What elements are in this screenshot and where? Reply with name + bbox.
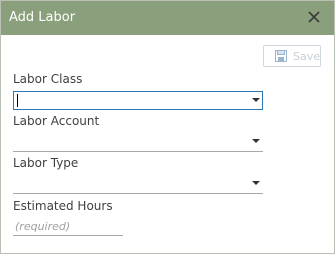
labor-type-dropdown[interactable] xyxy=(13,175,263,194)
add-labor-dialog: Add Labor Save Labor Class Labor Account… xyxy=(0,0,335,254)
close-icon xyxy=(308,11,320,23)
estimated-hours-input[interactable] xyxy=(13,218,123,236)
chevron-down-icon xyxy=(252,139,260,143)
labor-type-label: Labor Type xyxy=(13,156,79,170)
floppy-disk-icon xyxy=(275,50,287,62)
estimated-hours-label: Estimated Hours xyxy=(13,199,113,213)
chevron-down-icon xyxy=(252,181,260,185)
dialog-titlebar: Add Labor xyxy=(1,1,334,35)
labor-class-label: Labor Class xyxy=(13,72,83,86)
labor-class-dropdown[interactable] xyxy=(13,91,263,110)
close-button[interactable] xyxy=(304,7,324,27)
labor-account-dropdown[interactable] xyxy=(13,133,263,152)
chevron-down-icon xyxy=(252,98,260,102)
text-cursor xyxy=(17,94,18,107)
dialog-title: Add Labor xyxy=(9,10,76,25)
save-button[interactable]: Save xyxy=(263,45,321,67)
save-button-label: Save xyxy=(293,50,321,63)
labor-account-label: Labor Account xyxy=(13,114,100,128)
